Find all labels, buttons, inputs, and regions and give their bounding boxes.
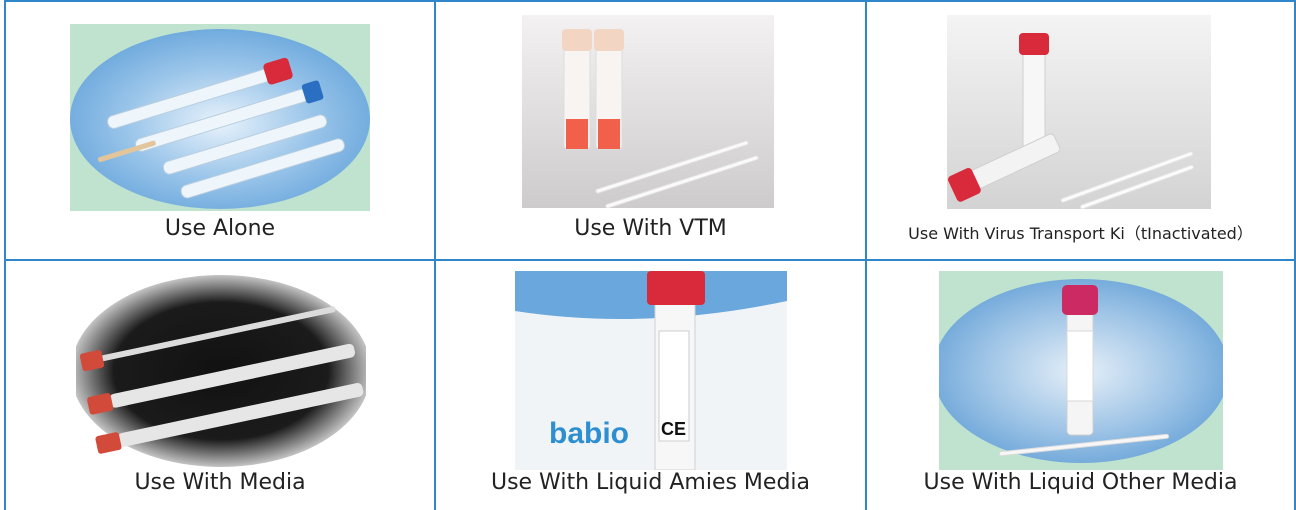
product-usage-table: Use Alone Use With VTM Use With Virus Tr… — [0, 0, 1296, 510]
caption-use-with-liquid-amies-media: Use With Liquid Amies Media — [490, 470, 811, 495]
cell-use-with-liquid-amies-media: babio CE Use With Liquid Amies Media — [436, 261, 865, 510]
caption-use-with-media: Use With Media — [134, 470, 306, 495]
caption-use-with-vtm: Use With VTM — [574, 216, 727, 241]
inactivated-vtm-kit-photo — [947, 15, 1211, 209]
ce-mark: CE — [661, 419, 687, 439]
swabs-with-media-photo — [76, 271, 366, 470]
vtm-tubes-with-swabs-photo — [522, 15, 774, 208]
liquid-other-media-tube-photo — [939, 271, 1223, 470]
caption-use-alone: Use Alone — [164, 216, 276, 241]
cell-use-with-media: Use With Media — [6, 261, 434, 510]
cell-use-with-liquid-other-media: Use With Liquid Other Media — [867, 261, 1294, 510]
cell-use-with-virus-transport-kit: Use With Virus Transport Ki（tInactivated… — [867, 2, 1294, 259]
cell-use-with-vtm: Use With VTM — [436, 2, 865, 259]
caption-use-with-virus-transport-kit: Use With Virus Transport Ki（tInactivated… — [908, 224, 1253, 243]
liquid-amies-media-tube-photo: babio CE — [515, 271, 787, 470]
caption-use-with-liquid-other-media: Use With Liquid Other Media — [923, 470, 1238, 495]
cell-use-alone: Use Alone — [6, 2, 434, 259]
swab-tubes-use-alone-photo — [70, 24, 370, 211]
babio-brand-logo: babio — [549, 417, 629, 450]
